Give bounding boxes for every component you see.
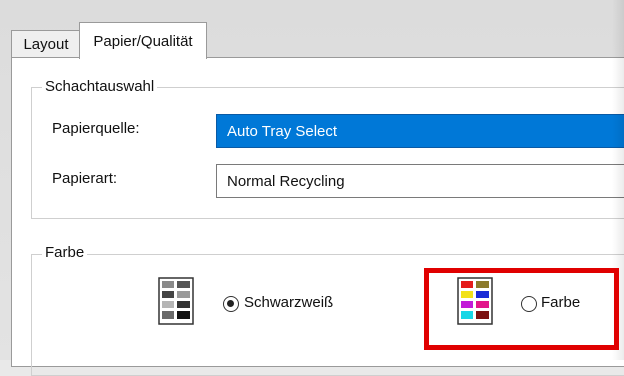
tray-selection-group <box>31 87 624 219</box>
paper-source-label: Papierquelle: <box>52 120 140 137</box>
paper-type-select[interactable]: Normal Recycling <box>216 164 624 198</box>
highlight-box <box>424 268 619 350</box>
dialog-frame: Layout Papier/Qualität Schachtauswahl Pa… <box>0 0 624 376</box>
bw-radio[interactable] <box>223 296 239 312</box>
paper-source-select[interactable]: Auto Tray Select <box>216 114 624 148</box>
grayscale-page-icon <box>158 277 194 325</box>
bw-radio-label[interactable]: Schwarzweiß <box>244 294 333 311</box>
radio-selected-dot <box>227 300 234 307</box>
tab-paper-quality[interactable]: Papier/Qualität <box>79 22 207 59</box>
paper-type-label: Papierart: <box>52 170 118 187</box>
tab-layout[interactable]: Layout <box>11 30 81 58</box>
tab-strip: Layout Papier/Qualität <box>11 22 624 59</box>
color-legend: Farbe <box>42 244 88 261</box>
tray-selection-legend: Schachtauswahl <box>42 78 158 95</box>
